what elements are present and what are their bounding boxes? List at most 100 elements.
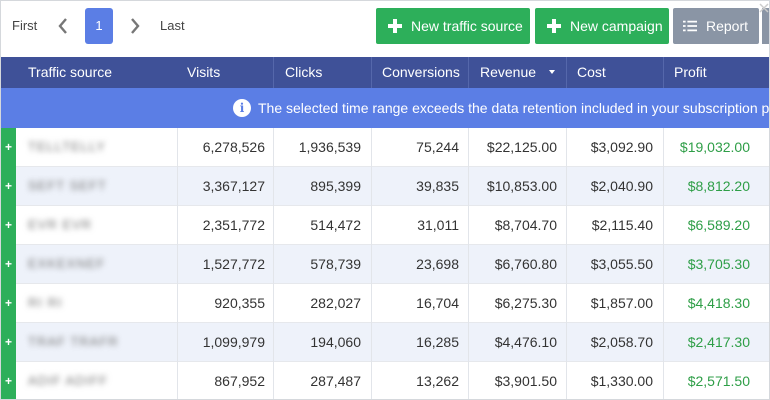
- column-divider: [177, 284, 178, 323]
- column-divider: [177, 323, 178, 362]
- column-divider: [468, 167, 469, 206]
- traffic-source-name[interactable]: TRAF TRAFR: [28, 334, 119, 350]
- column-divider: [566, 245, 567, 284]
- table-row[interactable]: + SEFT SEFT 3,367,127 895,399 39,835 $10,853.…: [1, 167, 769, 206]
- column-divider: [468, 57, 469, 88]
- cell-profit: $2,417.30: [687, 334, 750, 350]
- pagination-current-page[interactable]: 1: [85, 8, 113, 44]
- traffic-source-name[interactable]: TELLTELLY: [28, 139, 106, 155]
- column-header-traffic-source[interactable]: Traffic source: [28, 57, 112, 88]
- column-divider: [566, 206, 567, 245]
- column-header-profit[interactable]: Profit: [674, 57, 707, 88]
- column-divider: [273, 57, 274, 88]
- close-icon[interactable]: [759, 3, 769, 13]
- cell-cost: $2,040.90: [590, 178, 653, 194]
- column-header-conversions[interactable]: Conversions: [382, 57, 460, 88]
- table-body: + TELLTELLY 6,278,526 1,936,539 75,244 $22,12…: [1, 128, 769, 399]
- column-divider: [663, 57, 664, 88]
- pagination-first[interactable]: First: [12, 18, 37, 33]
- table-row[interactable]: + EXKEXNEF 1,527,772 578,739 23,698 $6,760.80…: [1, 245, 769, 284]
- column-divider: [177, 206, 178, 245]
- new-campaign-button[interactable]: New campaign: [535, 8, 669, 44]
- toolbar: First 1 Last New traffic source New camp…: [1, 1, 769, 57]
- column-divider: [371, 245, 372, 284]
- cell-visits: 3,367,127: [202, 178, 265, 194]
- row-expand-button[interactable]: +: [1, 362, 16, 399]
- cell-clicks: 895,399: [310, 178, 361, 194]
- column-divider: [371, 57, 372, 88]
- cell-conversions: 31,011: [417, 217, 459, 233]
- traffic-source-name[interactable]: ADIF ADIFF: [28, 373, 108, 389]
- column-divider: [468, 284, 469, 323]
- table-row[interactable]: + TELLTELLY 6,278,526 1,936,539 75,244 $22,12…: [1, 128, 769, 167]
- row-expand-button[interactable]: +: [1, 323, 16, 362]
- more-button-edge[interactable]: [762, 8, 769, 44]
- cell-profit: $8,812.20: [687, 178, 750, 194]
- plus-icon: [547, 19, 561, 33]
- chevron-right-icon[interactable]: [128, 15, 142, 37]
- column-divider: [468, 128, 469, 167]
- column-divider: [273, 362, 274, 399]
- info-icon: i: [233, 99, 251, 117]
- cell-conversions: 39,835: [416, 178, 459, 194]
- row-expand-button[interactable]: +: [1, 245, 16, 284]
- cell-conversions: 75,244: [416, 139, 459, 155]
- column-divider: [566, 284, 567, 323]
- column-divider: [663, 362, 664, 399]
- column-header-cost[interactable]: Cost: [577, 57, 606, 88]
- column-header-visits[interactable]: Visits: [187, 57, 220, 88]
- data-retention-banner: i The selected time range exceeds the da…: [1, 88, 770, 128]
- row-expand-button[interactable]: +: [1, 206, 16, 245]
- cell-visits: 1,527,772: [202, 256, 265, 272]
- column-divider: [177, 245, 178, 284]
- pagination-last[interactable]: Last: [160, 18, 185, 33]
- cell-profit: $6,589.20: [687, 217, 750, 233]
- column-divider: [177, 362, 178, 399]
- column-divider: [663, 128, 664, 167]
- column-divider: [177, 167, 178, 206]
- new-traffic-source-button[interactable]: New traffic source: [376, 8, 530, 44]
- column-divider: [663, 167, 664, 206]
- column-divider: [177, 128, 178, 167]
- plus-icon: [388, 19, 402, 33]
- cell-visits: 2,351,772: [202, 217, 265, 233]
- column-divider: [371, 167, 372, 206]
- column-divider: [371, 284, 372, 323]
- table-row[interactable]: + TRAF TRAFR 1,099,979 194,060 16,285 $4,476.…: [1, 323, 769, 362]
- row-expand-button[interactable]: +: [1, 284, 16, 323]
- column-divider: [273, 284, 274, 323]
- column-divider: [566, 57, 567, 88]
- column-header-clicks[interactable]: Clicks: [285, 57, 322, 88]
- sort-desc-icon[interactable]: [549, 70, 555, 74]
- table-row[interactable]: + EVR EVR 2,351,772 514,472 31,011 $8,704.70 $…: [1, 206, 769, 245]
- cell-visits: 6,278,526: [202, 139, 265, 155]
- row-expand-button[interactable]: +: [1, 128, 16, 167]
- banner-message: The selected time range exceeds the data…: [258, 100, 770, 116]
- cell-profit: $19,032.00: [679, 139, 750, 155]
- cell-conversions: 16,285: [416, 334, 459, 350]
- table-row[interactable]: + RI RI 920,355 282,027 16,704 $6,275.30 $1,85…: [1, 284, 769, 323]
- column-header-revenue[interactable]: Revenue: [480, 57, 536, 88]
- row-expand-button[interactable]: +: [1, 167, 16, 206]
- cell-profit: $3,705.30: [687, 256, 750, 272]
- table-row[interactable]: + ADIF ADIFF 867,952 287,487 13,262 $3,901.50…: [1, 362, 769, 399]
- cell-revenue: $6,760.80: [494, 256, 557, 272]
- report-button[interactable]: Report: [673, 8, 759, 44]
- column-divider: [663, 284, 664, 323]
- cell-revenue: $4,476.10: [494, 334, 557, 350]
- cell-visits: 867,952: [214, 373, 265, 389]
- cell-conversions: 23,698: [416, 256, 459, 272]
- traffic-source-name[interactable]: RI RI: [28, 295, 63, 311]
- traffic-source-name[interactable]: EXKEXNEF: [28, 256, 105, 272]
- cell-conversions: 13,262: [416, 373, 459, 389]
- cell-revenue: $10,853.00: [486, 178, 557, 194]
- traffic-source-name[interactable]: EVR EVR: [28, 217, 92, 233]
- traffic-source-name[interactable]: SEFT SEFT: [28, 178, 107, 194]
- cell-cost: $2,115.40: [591, 217, 653, 233]
- column-divider: [663, 245, 664, 284]
- column-divider: [273, 206, 274, 245]
- column-divider: [273, 323, 274, 362]
- chevron-left-icon[interactable]: [56, 15, 70, 37]
- column-divider: [566, 362, 567, 399]
- column-divider: [468, 362, 469, 399]
